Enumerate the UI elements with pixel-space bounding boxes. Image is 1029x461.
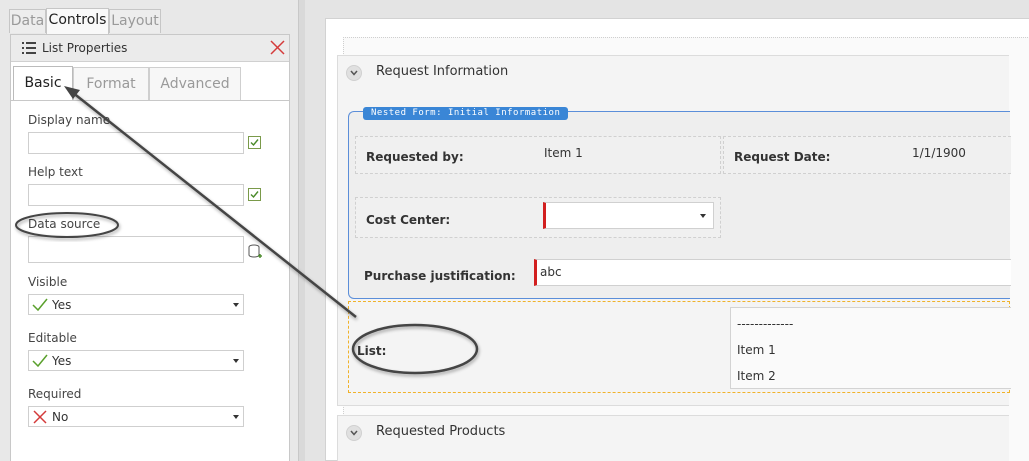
tab-layout[interactable]: Layout xyxy=(109,9,161,33)
section-requested-products: Requested Products xyxy=(337,415,1009,461)
list-icon xyxy=(22,42,36,54)
data-source-input[interactable] xyxy=(28,236,244,263)
visible-label: Visible xyxy=(28,275,68,289)
chevron-down-icon xyxy=(700,214,706,218)
request-date-cell: Request Date: 1/1/1900 xyxy=(723,136,1011,174)
purchase-justification-label: Purchase justification: xyxy=(364,269,516,283)
check-icon xyxy=(32,298,48,312)
request-date-label: Request Date: xyxy=(734,150,831,164)
cost-center-cell: Cost Center: xyxy=(355,197,721,238)
section-header[interactable]: Requested Products xyxy=(338,416,1009,448)
chevron-down-icon xyxy=(233,415,239,419)
requested-by-value: Item 1 xyxy=(544,146,583,160)
help-text-input[interactable] xyxy=(28,184,244,206)
tab-advanced[interactable]: Advanced xyxy=(149,67,241,100)
section-title: Requested Products xyxy=(376,424,506,439)
required-label: Required xyxy=(28,387,82,401)
requested-by-label: Requested by: xyxy=(366,150,464,164)
purchase-justification-value: abc xyxy=(540,265,562,279)
editable-label: Editable xyxy=(28,331,77,345)
required-select[interactable]: No xyxy=(28,406,244,427)
properties-title: List Properties xyxy=(42,41,128,55)
database-add-icon[interactable] xyxy=(248,244,262,260)
data-source-label: Data source xyxy=(28,217,101,231)
list-control-cell[interactable]: List: ------------- Item 1 Item 2 xyxy=(348,301,1011,393)
nested-form: Nested Form: Initial Information Request… xyxy=(348,107,1011,299)
cross-icon xyxy=(33,410,47,424)
checkbox-icon[interactable] xyxy=(248,136,261,149)
requested-by-cell: Requested by: Item 1 xyxy=(355,136,721,174)
visible-value: Yes xyxy=(52,298,72,312)
tab-basic[interactable]: Basic xyxy=(13,66,73,101)
nested-form-label: Nested Form: Initial Information xyxy=(363,107,569,120)
checkbox-icon[interactable] xyxy=(248,188,261,201)
collapse-icon[interactable] xyxy=(346,65,362,81)
toolbox-panel: Data Controls Layout List Properties Bas… xyxy=(0,0,299,461)
list-properties-panel: List Properties Basic Format Advanced Di… xyxy=(10,34,290,461)
display-name-input[interactable] xyxy=(28,132,244,154)
tab-format[interactable]: Format xyxy=(73,67,149,100)
list-box[interactable]: ------------- Item 1 Item 2 xyxy=(730,307,1011,389)
tab-data[interactable]: Data xyxy=(9,9,46,33)
collapse-icon[interactable] xyxy=(346,425,362,441)
display-name-label: Display name xyxy=(28,113,111,127)
required-value: No xyxy=(52,410,69,424)
editable-value: Yes xyxy=(52,354,72,368)
cost-center-label: Cost Center: xyxy=(366,213,451,227)
help-text-label: Help text xyxy=(28,165,83,179)
tab-controls[interactable]: Controls xyxy=(46,8,109,34)
section-header[interactable]: Request Information xyxy=(338,56,1009,88)
close-icon[interactable] xyxy=(270,40,285,55)
request-date-value: 1/1/1900 xyxy=(912,146,966,160)
visible-select[interactable]: Yes xyxy=(28,294,244,315)
editable-select[interactable]: Yes xyxy=(28,350,244,371)
list-option[interactable]: Item 2 xyxy=(737,369,776,383)
list-option[interactable]: Item 1 xyxy=(737,343,776,357)
section-request-information: Request Information Nested Form: Initial… xyxy=(337,55,1011,406)
tab-divider xyxy=(11,100,289,101)
section-title: Request Information xyxy=(376,64,509,79)
chevron-down-icon xyxy=(233,359,239,363)
list-option[interactable]: ------------- xyxy=(737,317,793,331)
list-label: List: xyxy=(357,344,387,358)
chevron-down-icon xyxy=(233,303,239,307)
properties-header: List Properties xyxy=(11,35,289,62)
cost-center-select[interactable] xyxy=(543,202,714,229)
form-canvas: Request Information Nested Form: Initial… xyxy=(305,0,1029,461)
check-icon xyxy=(32,354,48,368)
purchase-justification-input[interactable]: abc xyxy=(534,259,1011,286)
